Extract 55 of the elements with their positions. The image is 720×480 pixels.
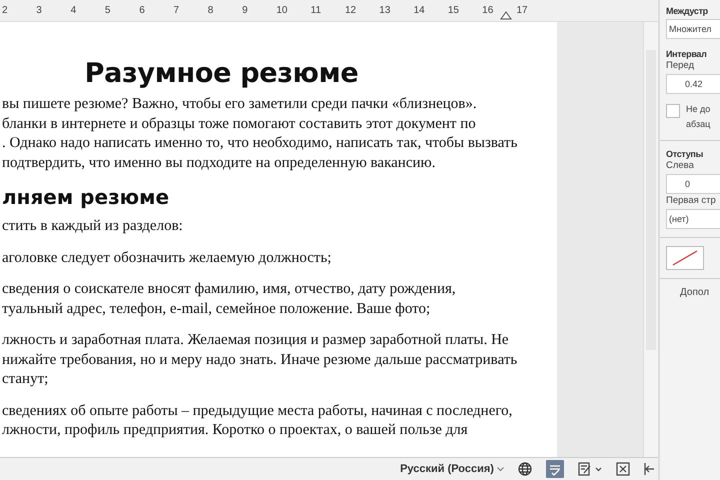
edit-document-icon[interactable] bbox=[578, 462, 602, 476]
ruler-number: 3 bbox=[36, 5, 42, 16]
text-line: подтвердить, что именно вы подходите на определенную вакансию. bbox=[2, 154, 436, 172]
text-line: лжность и заработная плата. Желаемая позиция и размер заработной платы. Не bbox=[2, 331, 509, 350]
globe-icon[interactable] bbox=[518, 462, 532, 476]
border-style-dropdown[interactable] bbox=[666, 246, 704, 270]
text-line: вы пишете резюме? Важно, чтобы его заметили среди пачки «близнецов». bbox=[2, 95, 477, 114]
arrow-left-bar-icon[interactable] bbox=[644, 462, 654, 476]
text-line: аголовке следует обозначить желаемую должность; bbox=[2, 248, 332, 268]
text-line: лжности, профиль предприятия. Коротко о проектах, о вашей пользе для bbox=[2, 421, 468, 440]
ruler-number: 11 bbox=[310, 5, 322, 16]
section-heading: лняем резюме bbox=[2, 185, 170, 209]
left-indent-field[interactable]: 0 bbox=[666, 174, 720, 194]
text-line: сведения о соискателе вносят фамилию, имя, отчество, дату рождения, bbox=[2, 280, 456, 299]
section-label: Междустр bbox=[666, 6, 709, 16]
checkbox-label: Не до bbox=[686, 103, 710, 116]
ruler-number: 15 bbox=[448, 5, 459, 16]
document-title: Разумное резюме bbox=[84, 58, 360, 89]
checkbox[interactable] bbox=[666, 104, 680, 118]
section-label: Отступы bbox=[666, 149, 704, 159]
ruler-number: 13 bbox=[379, 5, 390, 16]
text-line: . Однако надо написать именно то, что необходимо, написать так, чтобы вызвать bbox=[2, 134, 518, 153]
ruler-number: 10 bbox=[276, 5, 288, 16]
ruler-number: 4 bbox=[70, 5, 76, 16]
text-line: сведениях об опыте работы – предыдущие места работы, начиная с последнего, bbox=[2, 402, 512, 420]
text-line: туальный адрес, телефон, e-mail, семейное положение. Ваше фото; bbox=[2, 300, 430, 318]
more-button[interactable]: Допол bbox=[666, 287, 710, 298]
ruler-number: 17 bbox=[516, 5, 528, 16]
checkbox-label: абзац bbox=[686, 118, 710, 131]
ruler-number: 9 bbox=[242, 5, 248, 16]
text-line: нижайте требования, но и меру надо знать. Иначе резюме дальше рассматривать bbox=[2, 350, 518, 370]
ruler-number: 2 bbox=[2, 5, 8, 16]
ruler-number: 6 bbox=[139, 5, 145, 16]
field-label: Первая стр bbox=[666, 195, 717, 206]
field-label: Перед bbox=[666, 60, 696, 71]
ruler-number: 14 bbox=[414, 5, 425, 16]
ruler-number: 5 bbox=[104, 5, 110, 16]
spacing-before-field[interactable]: 0.42 bbox=[666, 74, 720, 94]
ruler-number: 7 bbox=[173, 5, 180, 16]
section-label: Интервал bbox=[666, 49, 708, 59]
ruler-number: 12 bbox=[344, 5, 356, 16]
line-spacing-dropdown[interactable]: Множител bbox=[666, 19, 720, 39]
text-line: бланки в интернете и образцы тоже помогают составить этот документ по bbox=[2, 114, 476, 134]
fit-page-icon[interactable] bbox=[616, 462, 630, 476]
text-line: станут; bbox=[2, 370, 48, 389]
ruler-number: 8 bbox=[208, 5, 214, 16]
spellcheck-icon[interactable] bbox=[546, 460, 564, 478]
language-dropdown[interactable]: Русский (Россия) bbox=[400, 463, 504, 475]
first-line-dropdown[interactable]: (нет) bbox=[666, 209, 720, 229]
text-line: стить в каждый из разделов: bbox=[2, 217, 183, 236]
indent-marker-icon[interactable] bbox=[500, 10, 512, 20]
caret-icon bbox=[497, 467, 504, 472]
scrollbar[interactable] bbox=[643, 22, 658, 457]
field-label: Слева bbox=[666, 160, 695, 171]
ruler-number: 16 bbox=[482, 5, 494, 16]
